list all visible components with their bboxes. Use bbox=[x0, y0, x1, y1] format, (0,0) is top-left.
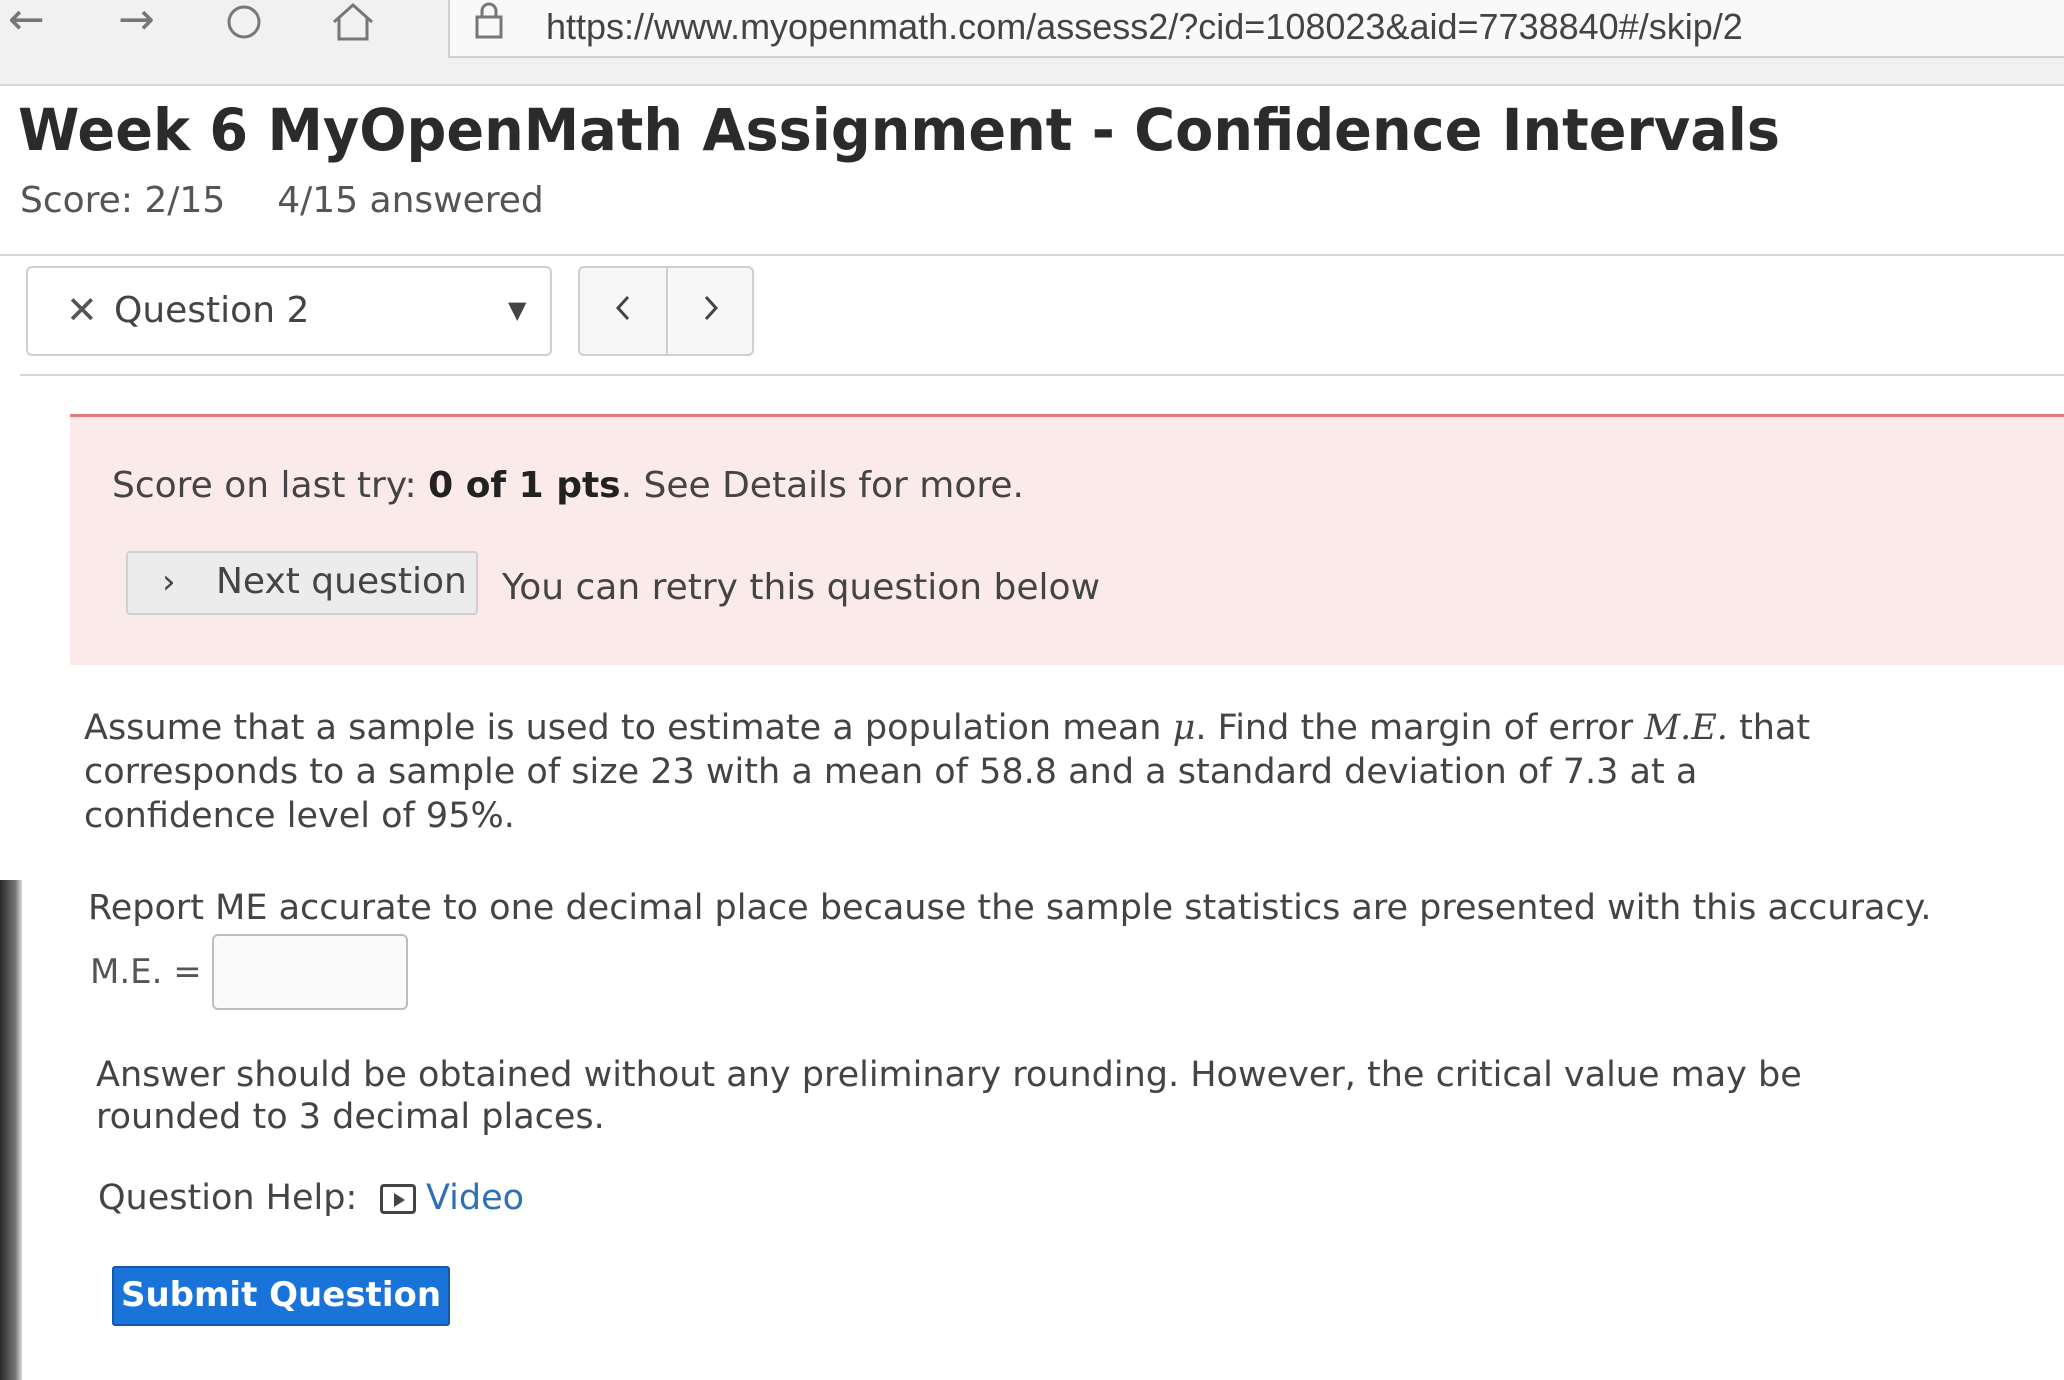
mu-symbol: μ bbox=[1172, 708, 1196, 748]
chevron-right-icon bbox=[704, 295, 719, 321]
me-symbol: M.E. bbox=[1644, 708, 1728, 748]
screen-bezel bbox=[0, 880, 22, 1380]
question-pager bbox=[578, 266, 754, 356]
question-text-part: Assume that a sample is used to estimate… bbox=[84, 708, 1173, 748]
last-try-score: Score on last try: 0 of 1 pts. See Detai… bbox=[112, 465, 1024, 506]
forward-arrow-icon[interactable]: → bbox=[118, 0, 155, 44]
last-try-suffix: . See Details for more. bbox=[620, 465, 1024, 506]
browser-toolbar: ← → https://www.myopenmath.com/assess2/?… bbox=[0, 0, 2064, 86]
back-arrow-icon[interactable]: ← bbox=[8, 0, 45, 44]
url-text[interactable]: https://www.myopenmath.com/assess2/?cid=… bbox=[546, 6, 1743, 48]
answered-count: 4/15 answered bbox=[277, 180, 544, 221]
report-instruction: Report ME accurate to one decimal place … bbox=[88, 888, 1932, 928]
divider bbox=[20, 374, 2064, 376]
previous-question-button[interactable] bbox=[580, 268, 668, 354]
feedback-panel: Score on last try: 0 of 1 pts. See Detai… bbox=[70, 414, 2064, 665]
chevron-right-icon: › bbox=[162, 562, 176, 602]
me-answer-input[interactable] bbox=[212, 934, 408, 1010]
next-question-button[interactable]: › Next question bbox=[126, 551, 478, 615]
submit-question-button[interactable]: Submit Question bbox=[112, 1266, 450, 1326]
home-icon[interactable] bbox=[330, 2, 376, 46]
next-question-arrow-button[interactable] bbox=[668, 268, 754, 354]
divider bbox=[0, 254, 2064, 256]
address-bar[interactable]: https://www.myopenmath.com/assess2/?cid=… bbox=[448, 0, 2064, 58]
question-text-part: . Find the margin of error bbox=[1195, 708, 1645, 748]
video-link[interactable]: Video bbox=[380, 1178, 524, 1218]
last-try-prefix: Score on last try: bbox=[112, 465, 429, 506]
question-text: Assume that a sample is used to estimate… bbox=[84, 706, 1884, 838]
refresh-icon[interactable] bbox=[222, 2, 266, 46]
video-icon bbox=[380, 1184, 416, 1214]
chevron-left-icon bbox=[615, 295, 630, 321]
rounding-note: Answer should be obtained without any pr… bbox=[96, 1055, 1802, 1137]
me-label: M.E. = bbox=[90, 952, 202, 992]
x-icon: ✕ bbox=[66, 288, 98, 332]
question-help-label: Question Help: bbox=[98, 1178, 358, 1218]
question-dropdown[interactable]: ✕ Question 2 ▼ bbox=[26, 266, 552, 356]
score-text: Score: 2/15 bbox=[20, 180, 226, 221]
score-summary: Score: 2/15 4/15 answered bbox=[20, 180, 544, 221]
question-dropdown-label: Question 2 bbox=[114, 290, 310, 331]
page-title: Week 6 MyOpenMath Assignment - Confidenc… bbox=[18, 96, 1781, 164]
retry-message: You can retry this question below bbox=[502, 567, 1101, 608]
last-try-points: 0 of 1 pts bbox=[428, 465, 621, 506]
video-link-label: Video bbox=[426, 1178, 525, 1218]
caret-down-icon: ▼ bbox=[508, 296, 527, 324]
lock-icon bbox=[474, 2, 504, 44]
next-question-label: Next question bbox=[216, 561, 467, 602]
